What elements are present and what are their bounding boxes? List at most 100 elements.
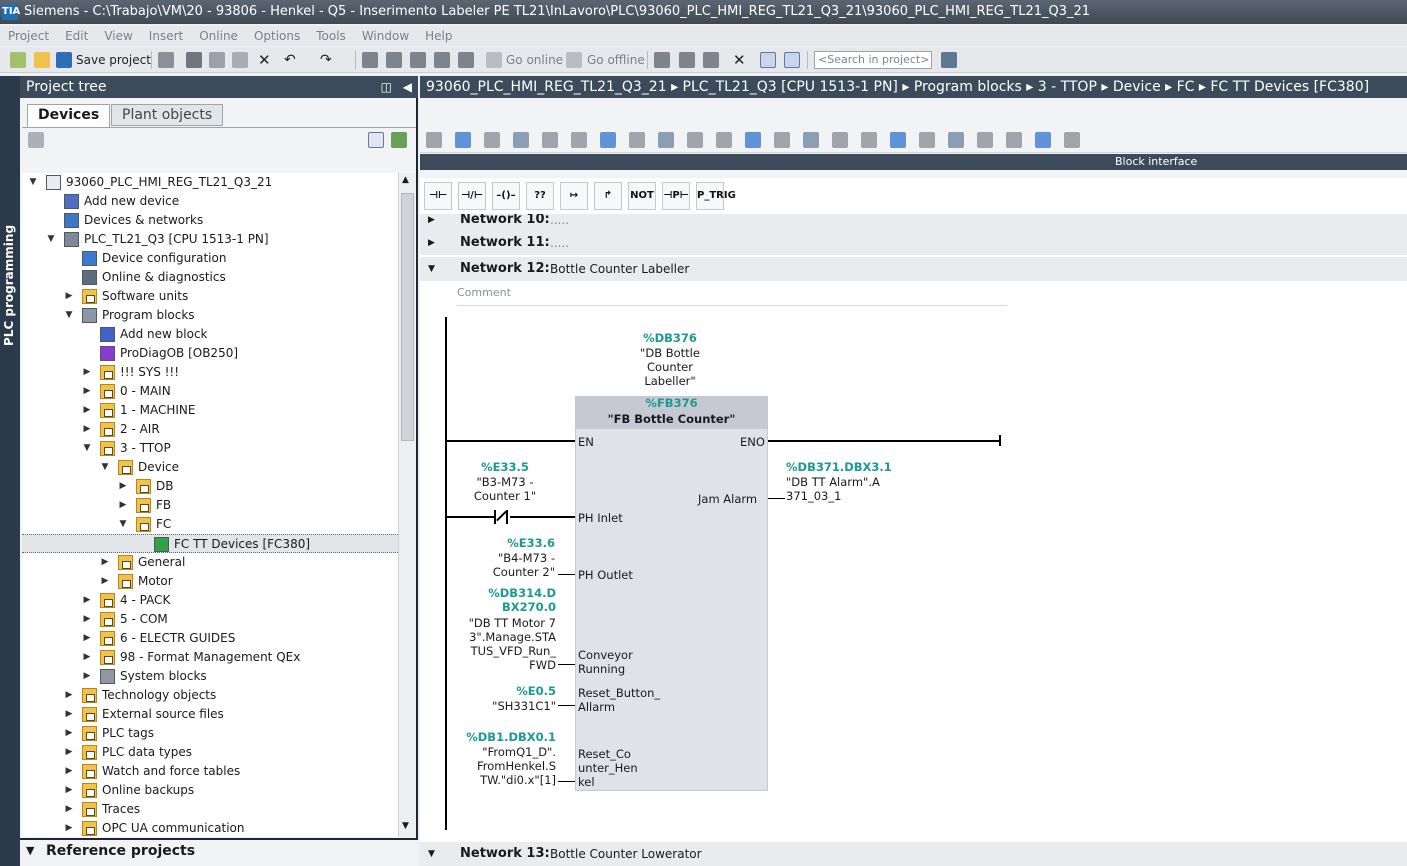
search-project-icon[interactable] bbox=[941, 52, 957, 68]
tree-item[interactable]: ▶ 5 - COM bbox=[22, 610, 398, 629]
chevron-down-icon[interactable]: ▼ bbox=[428, 842, 435, 866]
menu-view[interactable]: View bbox=[96, 26, 140, 46]
split-horizontal-icon[interactable] bbox=[760, 52, 776, 68]
menu-project[interactable]: Project bbox=[0, 26, 57, 46]
previous-icon[interactable] bbox=[948, 132, 964, 148]
next-icon[interactable] bbox=[977, 132, 993, 148]
input-tag[interactable]: "SH331C1" bbox=[465, 699, 556, 713]
chevron-right-icon[interactable]: ▶ bbox=[100, 553, 110, 572]
tab-plant-objects[interactable]: Plant objects bbox=[111, 104, 224, 126]
paste-icon[interactable] bbox=[232, 52, 248, 68]
tree-item[interactable]: ▶ PLC data types bbox=[22, 743, 398, 762]
chevron-right-icon[interactable]: ▶ bbox=[428, 214, 435, 232]
operand-display-icon[interactable] bbox=[803, 132, 819, 148]
chevron-right-icon[interactable]: ▶ bbox=[64, 762, 74, 781]
networks-on-icon[interactable] bbox=[629, 132, 645, 148]
tree-item[interactable]: ▶ DB bbox=[22, 477, 398, 496]
go-offline-icon[interactable] bbox=[566, 52, 582, 68]
absolute-operands-icon[interactable] bbox=[571, 132, 587, 148]
chevron-right-icon[interactable]: ▶ bbox=[82, 591, 92, 610]
chevron-down-icon[interactable]: ▼ bbox=[118, 515, 128, 534]
instance-db-name[interactable]: "DB Bottle Counter Labeller" bbox=[630, 346, 710, 388]
chevron-right-icon[interactable]: ▶ bbox=[64, 686, 74, 705]
delete-icon[interactable]: ✕ bbox=[258, 51, 271, 69]
lad-element-button[interactable]: ?? bbox=[526, 182, 554, 210]
chevron-right-icon[interactable]: ▶ bbox=[82, 420, 92, 439]
tree-item[interactable]: Add new block bbox=[22, 325, 398, 344]
insert-network-icon[interactable] bbox=[426, 132, 442, 148]
network-12-header[interactable]: ▼ Network 12: Bottle Counter Labeller bbox=[420, 257, 1407, 281]
watch-icon[interactable] bbox=[1006, 132, 1022, 148]
scrollbar-thumb[interactable] bbox=[401, 193, 414, 441]
tree-item[interactable]: ▶ General bbox=[22, 553, 398, 572]
tree-item[interactable]: Devices & networks bbox=[22, 211, 398, 230]
chevron-right-icon[interactable]: ▶ bbox=[82, 401, 92, 420]
tree-item[interactable]: FC TT Devices [FC380] bbox=[22, 534, 398, 553]
tree-scrollbar[interactable]: ▲ ▼ bbox=[398, 173, 416, 837]
chevron-right-icon[interactable]: ▶ bbox=[118, 477, 128, 496]
lad-element-button[interactable]: ↦ bbox=[560, 182, 588, 210]
db-icon[interactable] bbox=[1064, 132, 1080, 148]
tree-item[interactable]: ▶ Motor bbox=[22, 572, 398, 591]
comments-on-icon[interactable] bbox=[658, 132, 674, 148]
network-13-header[interactable]: ▼ Network 13: Bottle Counter Lowerator bbox=[420, 842, 1407, 866]
chevron-down-icon[interactable]: ▼ bbox=[64, 306, 74, 325]
tree-item[interactable]: ▶ Online backups bbox=[22, 781, 398, 800]
tree-item[interactable]: ▶ !!! SYS !!! bbox=[22, 363, 398, 382]
go-to-error-icon[interactable] bbox=[687, 132, 703, 148]
chevron-right-icon[interactable]: ▶ bbox=[82, 610, 92, 629]
tree-item[interactable]: ▶ System blocks bbox=[22, 667, 398, 686]
chevron-right-icon[interactable]: ▶ bbox=[82, 648, 92, 667]
tree-item[interactable]: ▼ PLC_TL21_Q3 [CPU 1513-1 PN] bbox=[22, 230, 398, 249]
chevron-right-icon[interactable]: ▶ bbox=[82, 382, 92, 401]
tree-item[interactable]: ▶ Traces bbox=[22, 800, 398, 819]
compile-icon[interactable] bbox=[434, 52, 450, 68]
menu-edit[interactable]: Edit bbox=[57, 26, 96, 46]
portal-side-strip[interactable]: PLC programming bbox=[0, 76, 20, 866]
redo-icon[interactable]: ↷ bbox=[320, 51, 332, 69]
network-10-header[interactable]: ▶ Network 10: ..... bbox=[420, 214, 1407, 232]
tree-item[interactable]: Online & diagnostics bbox=[22, 268, 398, 287]
chevron-down-icon[interactable]: ▼ bbox=[82, 439, 92, 458]
tree-item[interactable]: ▶ PLC tags bbox=[22, 724, 398, 743]
new-project-icon[interactable] bbox=[10, 52, 26, 68]
chevron-right-icon[interactable]: ▶ bbox=[82, 629, 92, 648]
tree-item[interactable]: ▼ 93060_PLC_HMI_REG_TL21_Q3_21 bbox=[22, 173, 398, 192]
indent-icon[interactable] bbox=[890, 132, 906, 148]
chevron-right-icon[interactable]: ▶ bbox=[82, 667, 92, 686]
network-11-header[interactable]: ▶ Network 11: ..... bbox=[420, 231, 1407, 255]
insert-row-icon[interactable] bbox=[484, 132, 500, 148]
cross-reference-icon[interactable]: ✕ bbox=[733, 51, 746, 69]
chevron-right-icon[interactable]: ▶ bbox=[64, 800, 74, 819]
tree-item[interactable]: ▶ Software units bbox=[22, 287, 398, 306]
menu-window[interactable]: Window bbox=[354, 26, 417, 46]
delete-network-icon[interactable] bbox=[455, 132, 471, 148]
close-branch-icon[interactable] bbox=[745, 132, 761, 148]
tree-item[interactable]: ▶ Technology objects bbox=[22, 686, 398, 705]
search-input[interactable]: <Search in project> bbox=[814, 51, 932, 69]
copy-icon[interactable] bbox=[209, 52, 225, 68]
chevron-right-icon[interactable]: ▶ bbox=[64, 743, 74, 762]
chevron-right-icon[interactable]: ▶ bbox=[428, 231, 435, 255]
save-project-button[interactable]: Save project bbox=[76, 51, 151, 69]
reference-projects-header[interactable]: ▼ Reference projects bbox=[20, 838, 418, 866]
chevron-right-icon[interactable]: ▶ bbox=[64, 781, 74, 800]
splitter[interactable] bbox=[420, 170, 1407, 178]
tree-item[interactable]: ▶ 1 - MACHINE bbox=[22, 401, 398, 420]
lad-element-button[interactable]: ⊣⊢ bbox=[424, 182, 452, 210]
collapse-left-icon[interactable]: ◀ bbox=[403, 76, 412, 98]
save-icon[interactable] bbox=[56, 52, 72, 68]
stop-cpu-icon[interactable] bbox=[703, 52, 719, 68]
tree-item[interactable]: ▼ 3 - TTOP bbox=[22, 439, 398, 458]
split-vertical-icon[interactable] bbox=[784, 52, 800, 68]
menu-online[interactable]: Online bbox=[191, 26, 246, 46]
tags-show-icon[interactable] bbox=[832, 132, 848, 148]
input-tag[interactable]: "FromQ1_D".FromHenkel.STW."di0.x"[1] bbox=[476, 745, 556, 787]
tree-item[interactable]: ▼ Program blocks bbox=[22, 306, 398, 325]
menu-tools[interactable]: Tools bbox=[308, 26, 354, 46]
scroll-up-icon[interactable]: ▲ bbox=[402, 175, 409, 185]
chevron-right-icon[interactable]: ▶ bbox=[82, 363, 92, 382]
block-interface-bar[interactable]: Block interface bbox=[420, 154, 1407, 170]
scroll-down-icon[interactable]: ▼ bbox=[402, 821, 409, 831]
tree-item[interactable]: ▼ Device bbox=[22, 458, 398, 477]
